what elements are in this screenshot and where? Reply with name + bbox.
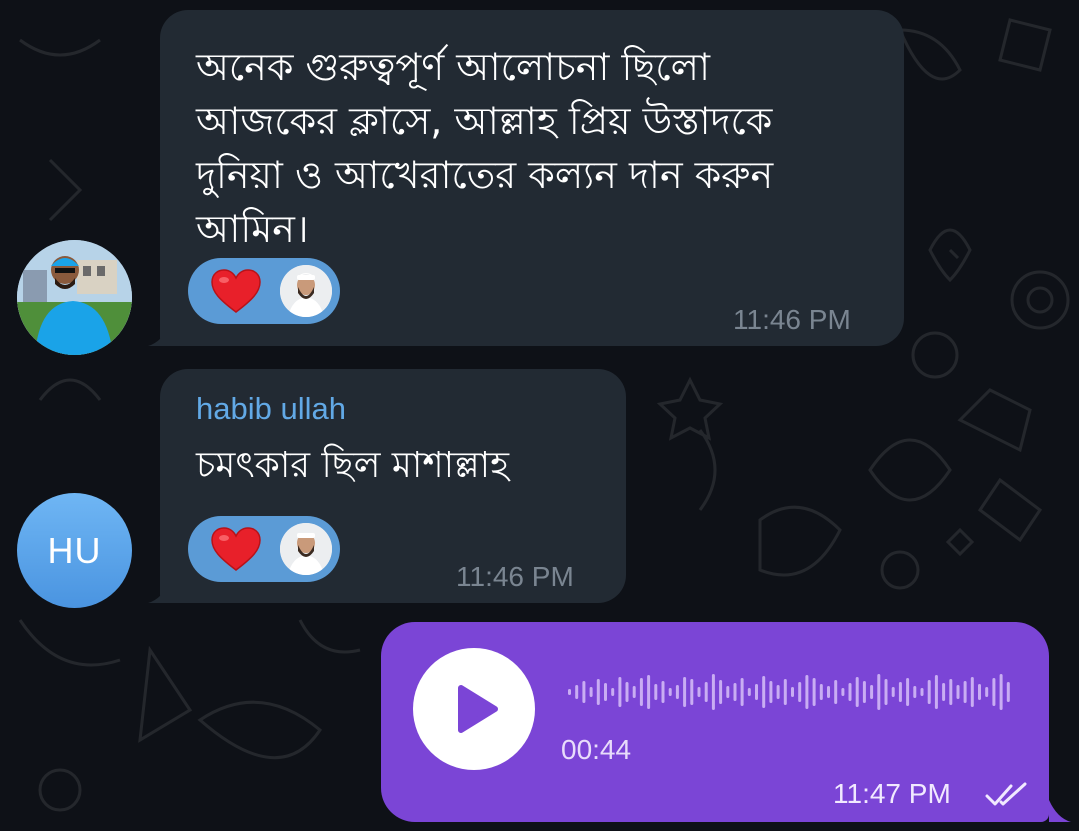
waveform-bar — [834, 680, 838, 704]
waveform-bar — [618, 677, 622, 707]
waveform-bar — [755, 684, 758, 700]
waveform-bar — [604, 683, 607, 701]
message-time: 11:46 PM — [733, 304, 851, 335]
waveform-bar — [582, 681, 586, 703]
waveform[interactable] — [567, 670, 1013, 714]
reactor-avatar — [280, 265, 332, 317]
sender-avatar-photo-icon — [17, 240, 132, 355]
waveform-bar — [654, 684, 658, 700]
waveform-bar — [769, 681, 773, 703]
waveform-bar — [827, 686, 830, 698]
waveform-bar — [942, 683, 946, 701]
waveform-bar — [970, 677, 974, 707]
bubble-tail — [148, 324, 170, 346]
waveform-bar — [704, 682, 708, 702]
bubble-tail — [148, 581, 170, 603]
reaction-pill[interactable] — [188, 516, 340, 582]
reactor-avatar — [280, 523, 332, 575]
voice-duration: 00:44 — [561, 734, 632, 765]
message-bubble[interactable]: অনেক গুরুত্বপূর্ণ আলোচনা ছিলো আজকের ক্লা… — [160, 10, 904, 346]
waveform-bar — [625, 682, 629, 702]
double-check-icon — [985, 782, 1027, 806]
message-time: 11:46 PM — [456, 561, 574, 592]
waveform-bar — [675, 685, 679, 699]
waveform-bar — [877, 674, 881, 710]
waveform-bar — [913, 686, 917, 698]
waveform-bar — [805, 675, 809, 709]
waveform-bar — [927, 680, 931, 704]
heart-icon — [211, 269, 261, 313]
waveform-bar — [611, 688, 615, 696]
waveform-bar — [762, 676, 766, 708]
waveform-bar — [632, 686, 636, 698]
waveform-bar — [661, 681, 665, 703]
waveform-bar — [589, 687, 593, 697]
message-bubble[interactable]: habib ullah চমৎকার ছিল মাশাল্লাহ 11:46 P… — [160, 369, 626, 603]
waveform-bar — [783, 679, 787, 705]
sender-name[interactable]: habib ullah — [196, 391, 346, 427]
waveform-bar — [819, 684, 823, 700]
waveform-bar — [719, 680, 723, 704]
waveform-bar — [848, 683, 852, 701]
waveform-bar — [711, 674, 715, 710]
message-time: 11:47 PM — [833, 778, 951, 809]
waveform-bar — [978, 684, 981, 700]
sender-avatar-initials[interactable]: HU — [17, 493, 132, 608]
message-text: অনেক গুরুত্বপূর্ণ আলোচনা ছিলো আজকের ক্লা… — [196, 45, 774, 251]
waveform-bar — [934, 675, 938, 709]
waveform-bar — [949, 679, 953, 705]
waveform-bar — [668, 688, 672, 696]
heart-icon — [211, 527, 261, 571]
waveform-bar — [870, 685, 874, 699]
reactor-photo-icon — [280, 265, 332, 317]
waveform-bar — [884, 679, 888, 705]
reactor-photo-icon — [280, 523, 332, 575]
waveform-bar — [862, 681, 866, 703]
waveform-bar — [776, 685, 780, 699]
waveform-bar — [891, 687, 895, 697]
sender-avatar[interactable] — [17, 240, 132, 355]
waveform-bar — [733, 683, 737, 701]
waveform-bar — [963, 681, 967, 703]
reaction-pill[interactable] — [188, 258, 340, 324]
waveform-bar — [697, 687, 701, 697]
voice-message-bubble[interactable]: 00:44 11:47 PM — [381, 622, 1049, 822]
waveform-bar — [985, 687, 989, 697]
play-icon — [458, 685, 498, 733]
waveform-bar — [855, 677, 859, 707]
avatar-initials: HU — [47, 529, 102, 571]
waveform-bar — [791, 687, 794, 697]
waveform-bar — [647, 675, 651, 709]
waveform-bar — [639, 678, 643, 706]
waveform-bar — [596, 679, 600, 705]
waveform-bar — [747, 688, 751, 696]
message-text: চমৎকার ছিল মাশাল্লাহ — [196, 445, 510, 486]
waveform-bar — [920, 688, 924, 696]
waveform-bar — [992, 678, 996, 706]
waveform-bar — [575, 685, 579, 699]
waveform-bar — [726, 686, 730, 698]
bubble-tail — [1049, 800, 1071, 822]
waveform-bar — [683, 677, 687, 707]
waveform-bar — [999, 674, 1003, 710]
play-button[interactable] — [413, 648, 535, 770]
waveform-bar — [1006, 682, 1010, 702]
waveform-bar — [898, 682, 902, 702]
waveform-bar — [798, 682, 802, 702]
waveform-bar — [956, 685, 960, 699]
waveform-bar — [568, 689, 571, 695]
waveform-bar — [740, 678, 744, 706]
waveform-bar — [690, 679, 694, 705]
waveform-bar — [841, 688, 845, 696]
waveform-bar — [906, 678, 910, 706]
waveform-bar — [812, 678, 816, 706]
